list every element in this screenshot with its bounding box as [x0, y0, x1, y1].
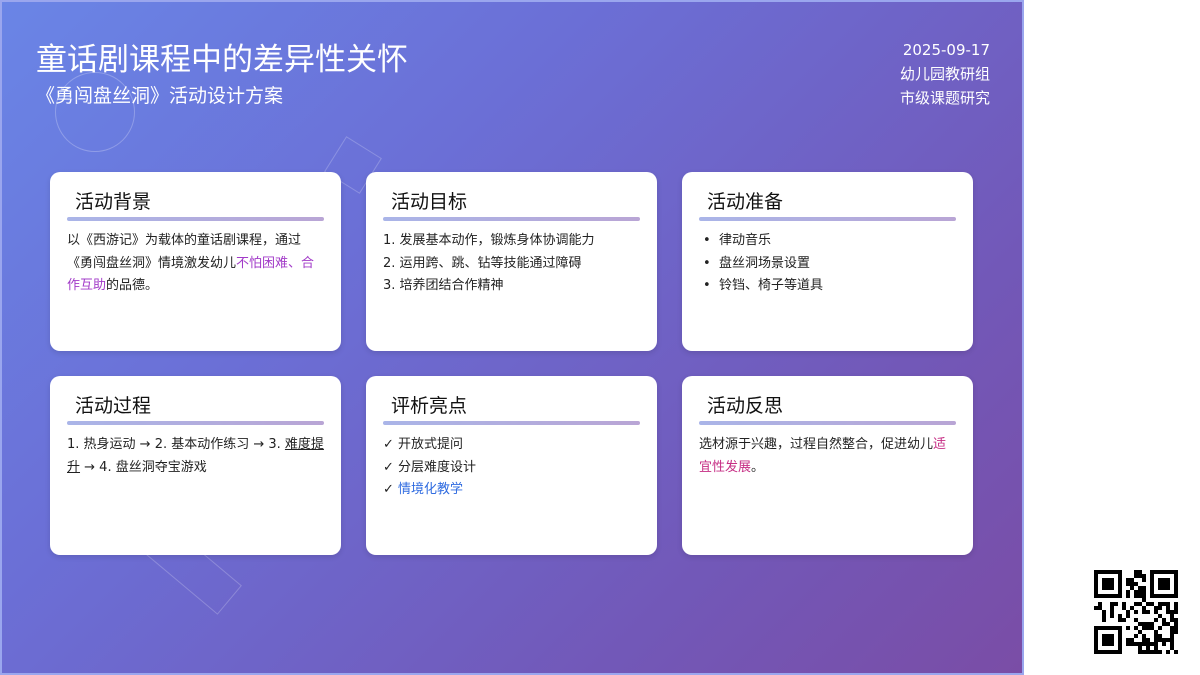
body-text-end: → 4. 盘丝洞夺宝游戏	[80, 459, 207, 475]
list-item: ✓ 情境化教学	[383, 479, 640, 502]
card-title: 活动背景	[75, 191, 152, 213]
card-divider	[383, 421, 640, 425]
header-meta: 2025-09-17 幼儿园教研组 市级课题研究	[900, 38, 990, 110]
card-title: 评析亮点	[391, 395, 468, 417]
card-title: 活动反思	[707, 395, 784, 417]
list-item: 律动音乐	[699, 230, 956, 253]
card-title: 活动目标	[391, 191, 468, 213]
list-item: 铃铛、椅子等道具	[699, 275, 956, 298]
card-preparation: 活动准备 律动音乐 盘丝洞场景设置 铃铛、椅子等道具	[682, 172, 973, 351]
card-process: 活动过程 1. 热身运动 → 2. 基本动作练习 → 3. 难度提升 → 4. …	[50, 376, 341, 555]
card-body: 1. 热身运动 → 2. 基本动作练习 → 3. 难度提升 → 4. 盘丝洞夺宝…	[67, 434, 324, 479]
card-body: ✓ 开放式提问 ✓ 分层难度设计 ✓ 情境化教学	[383, 434, 640, 502]
card-body: 1. 发展基本动作，锻炼身体协调能力 2. 运用跨、跳、钻等技能通过障碍 3. …	[383, 230, 640, 298]
card-divider	[67, 217, 324, 221]
project-label: 市级课题研究	[899, 89, 990, 107]
body-text: 1. 热身运动 → 2. 基本动作练习 → 3.	[67, 437, 285, 452]
page-subtitle: 《勇闯盘丝洞》活动设计方案	[36, 85, 284, 107]
card-divider	[67, 421, 324, 425]
card-reflection: 活动反思 选材源于兴趣，过程自然整合，促进幼儿适宜性发展。	[682, 376, 973, 555]
card-divider	[699, 421, 956, 425]
card-background: 活动背景 以《西游记》为载体的童话剧课程，通过《勇闯盘丝洞》情境激发幼儿不怕困难…	[50, 172, 341, 351]
card-title: 活动过程	[75, 395, 152, 417]
slide: 童话剧课程中的差异性关怀 《勇闯盘丝洞》活动设计方案 2025-09-17 幼儿…	[0, 0, 1024, 675]
check-icon: ✓	[383, 482, 399, 497]
list-item: ✓ 分层难度设计	[383, 459, 477, 475]
card-goals: 活动目标 1. 发展基本动作，锻炼身体协调能力 2. 运用跨、跳、钻等技能通过障…	[366, 172, 657, 351]
card-divider	[383, 217, 640, 221]
card-body: 律动音乐 盘丝洞场景设置 铃铛、椅子等道具	[699, 230, 956, 298]
list-item: 2. 运用跨、跳、钻等技能通过障碍	[383, 255, 582, 271]
card-highlights: 评析亮点 ✓ 开放式提问 ✓ 分层难度设计 ✓ 情境化教学	[366, 376, 657, 555]
card-divider	[699, 217, 956, 221]
date-label: 2025-09-17	[902, 41, 990, 59]
body-text: 选材源于兴趣，过程自然整合，促进幼儿	[699, 437, 934, 452]
body-text-end: 的品德。	[106, 278, 159, 293]
list-item: 3. 培养团结合作精神	[383, 278, 504, 293]
card-body: 选材源于兴趣，过程自然整合，促进幼儿适宜性发展。	[699, 434, 956, 479]
org-label: 幼儿园教研组	[899, 65, 990, 83]
list-item: 盘丝洞场景设置	[699, 253, 956, 276]
qr-code-icon	[1094, 570, 1178, 654]
list-item: ✓ 开放式提问	[383, 437, 464, 452]
page-title: 童话剧课程中的差异性关怀	[36, 42, 408, 78]
body-text-end: 。	[751, 459, 765, 475]
list-item: 1. 发展基本动作，锻炼身体协调能力	[383, 233, 595, 248]
card-body: 以《西游记》为载体的童话剧课程，通过《勇闯盘丝洞》情境激发幼儿不怕困难、合作互助…	[67, 230, 324, 298]
card-title: 活动准备	[707, 191, 784, 213]
highlight-text: 情境化教学	[398, 482, 464, 497]
